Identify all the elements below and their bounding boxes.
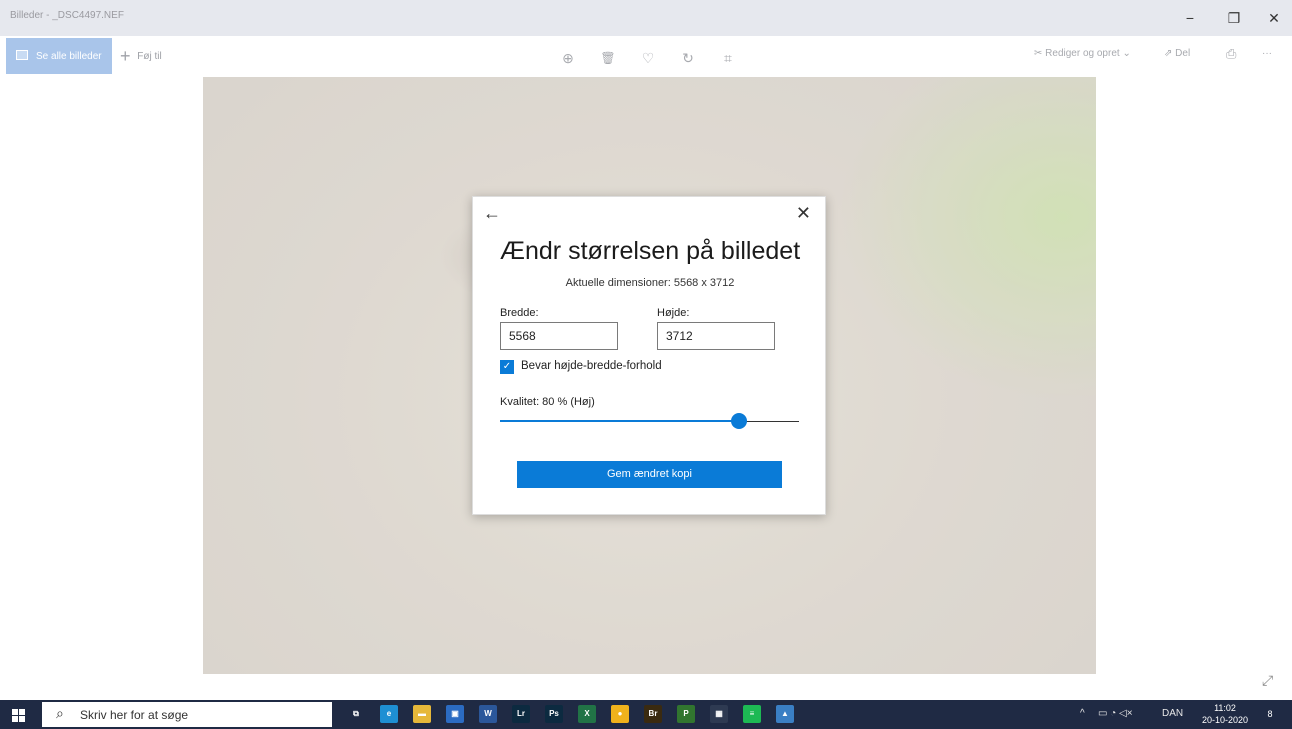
close-window-button[interactable]: ✕: [1256, 8, 1292, 28]
windows-logo-icon: [12, 709, 18, 715]
clock[interactable]: 11:02 20-10-2020: [1200, 702, 1250, 726]
resize-dialog: ← ✕ Ændr størrelsen på billedet Aktuelle…: [472, 196, 826, 515]
rotate-icon[interactable]: ↻: [676, 46, 700, 70]
print-icon[interactable]: ⎙: [1226, 46, 1236, 62]
taskbar-bridge-icon[interactable]: Br: [644, 705, 662, 723]
height-label: Højde:: [657, 307, 690, 319]
taskbar-store-icon[interactable]: ▣: [446, 705, 464, 723]
taskbar-photoshop-icon[interactable]: Ps: [545, 705, 563, 723]
taskbar-task-view-icon[interactable]: ⧉: [347, 705, 365, 723]
taskbar-calculator-icon[interactable]: ▦: [710, 705, 728, 723]
search-icon: ⌕: [56, 705, 64, 721]
height-input[interactable]: 3712: [657, 322, 775, 350]
clock-time: 11:02: [1214, 703, 1236, 713]
plus-icon: +: [120, 46, 131, 66]
photo-icon: [16, 50, 28, 60]
add-to-button[interactable]: + Føj til: [120, 46, 162, 67]
back-arrow-icon[interactable]: ←: [483, 203, 501, 224]
more-icon[interactable]: ···: [1262, 48, 1272, 59]
share-icon: ⇗: [1164, 48, 1173, 59]
see-all-photos-button[interactable]: Se alle billeder: [6, 38, 112, 74]
chevron-down-icon: ⌄: [1122, 48, 1131, 59]
favorite-icon[interactable]: ♡: [636, 46, 660, 70]
notification-badge[interactable]: 8: [1262, 706, 1278, 722]
window-title: Billeder - _DSC4497.NEF: [10, 10, 124, 21]
taskbar-lightroom-icon[interactable]: Lr: [512, 705, 530, 723]
taskbar-excel-icon[interactable]: X: [578, 705, 596, 723]
tray-chevron-icon[interactable]: ^: [1080, 708, 1085, 719]
width-input[interactable]: 5568: [500, 322, 618, 350]
title-bar: Billeder - _DSC4497.NEF − ❐ ✕: [0, 0, 1292, 36]
maximize-button[interactable]: ❐: [1216, 8, 1252, 28]
search-placeholder: Skriv her for at søge: [80, 708, 189, 722]
width-label: Bredde:: [500, 307, 539, 319]
quality-label: Kvalitet: 80 % (Høj): [500, 396, 595, 408]
share-button[interactable]: ⇗ Del: [1164, 48, 1190, 59]
add-to-label: Føj til: [137, 51, 162, 63]
edit-create-button[interactable]: ✂ Rediger og opret ⌄: [1034, 48, 1131, 59]
minimize-button[interactable]: −: [1172, 8, 1208, 28]
see-all-photos-label: Se alle billeder: [36, 51, 102, 62]
expand-icon[interactable]: ⤢: [1262, 672, 1273, 689]
taskbar-word-icon[interactable]: W: [479, 705, 497, 723]
keep-ratio-checkbox[interactable]: ✓: [500, 360, 514, 374]
taskbar: ⌕ Skriv her for at søge ⧉ e ▬ ▣ W Lr Ps X ● Br P ▦ ≡…: [0, 700, 1292, 729]
close-icon[interactable]: ✕: [796, 203, 811, 224]
clock-date: 20-10-2020: [1201, 715, 1249, 725]
taskbar-project-icon[interactable]: P: [677, 705, 695, 723]
tray-status-icons[interactable]: ▭ ◔ ◁×: [1098, 708, 1133, 719]
taskbar-chrome-icon[interactable]: ●: [611, 705, 629, 723]
current-dimensions: Aktuelle dimensioner: 5568 x 3712: [565, 277, 735, 289]
start-button[interactable]: [0, 700, 36, 729]
save-copy-button[interactable]: Gem ændret kopi: [517, 461, 782, 488]
zoom-icon[interactable]: ⊕: [556, 46, 580, 70]
taskbar-photos-icon[interactable]: ▲: [776, 705, 794, 723]
taskbar-edge-icon[interactable]: e: [380, 705, 398, 723]
quality-slider-thumb[interactable]: [731, 413, 748, 429]
edit-icon: ✂: [1034, 48, 1043, 59]
search-box[interactable]: ⌕ Skriv her for at søge: [42, 702, 332, 727]
language-indicator[interactable]: DAN: [1162, 708, 1183, 719]
quality-slider-fill: [500, 420, 740, 422]
taskbar-file-explorer-icon[interactable]: ▬: [413, 705, 431, 723]
dialog-title: Ændr størrelsen på billedet: [500, 237, 801, 265]
share-label: Del: [1175, 48, 1191, 59]
edit-create-label: Rediger og opret: [1045, 48, 1120, 59]
taskbar-spotify-icon[interactable]: ≡: [743, 705, 761, 723]
keep-ratio-label: Bevar højde-bredde-forhold: [521, 360, 662, 372]
delete-icon[interactable]: 🗑: [596, 46, 620, 70]
crop-icon[interactable]: ⌗: [716, 46, 740, 70]
